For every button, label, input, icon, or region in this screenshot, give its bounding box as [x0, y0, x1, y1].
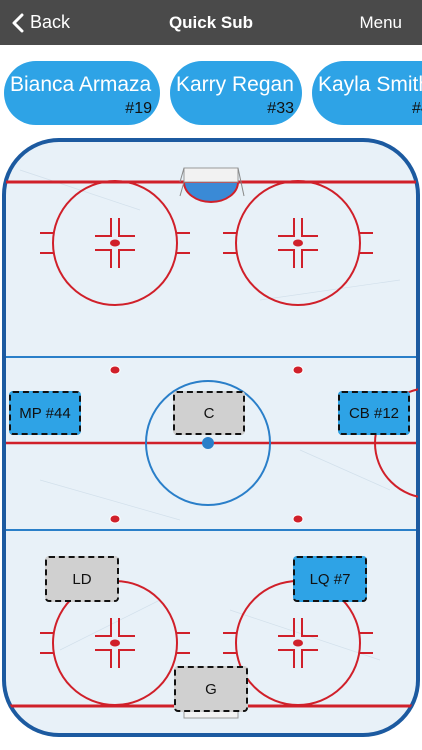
position-slot-mp[interactable]: MP #44 [9, 391, 81, 435]
player-chip[interactable]: Karry Regan #33 [170, 61, 302, 125]
player-number: #4 [412, 100, 422, 117]
player-chip[interactable]: Bianca Armaza #19 [4, 61, 160, 125]
position-slot-lq[interactable]: LQ #7 [293, 556, 367, 602]
chevron-left-icon [12, 13, 24, 32]
position-label: LD [72, 570, 92, 588]
position-label: C [203, 404, 215, 422]
player-name: Kayla Smith [318, 73, 422, 96]
player-number: #33 [267, 100, 294, 117]
back-label: Back [30, 12, 71, 32]
position-label: G [205, 680, 217, 698]
position-label: LQ #7 [309, 570, 351, 588]
rink-diagram [2, 138, 420, 737]
nav-bar: Back Quick Sub Menu [0, 0, 422, 45]
hockey-rink: MP #44 C CB #12 LD LQ #7 G [0, 135, 422, 750]
position-slot-c[interactable]: C [173, 391, 245, 435]
menu-button[interactable]: Menu [359, 0, 402, 45]
player-name: Karry Regan [176, 73, 294, 96]
player-number: #19 [125, 100, 152, 117]
ice-surface [6, 142, 416, 733]
position-slot-cb[interactable]: CB #12 [338, 391, 410, 435]
position-slot-ld[interactable]: LD [45, 556, 119, 602]
back-button[interactable]: Back [12, 0, 70, 45]
player-name: Bianca Armaza [10, 73, 152, 96]
center-faceoff-dot [202, 437, 214, 449]
position-label: CB #12 [348, 404, 400, 422]
position-label: MP #44 [19, 404, 71, 422]
player-chip[interactable]: Kayla Smith #4 [312, 61, 422, 125]
position-slot-g[interactable]: G [174, 666, 248, 712]
